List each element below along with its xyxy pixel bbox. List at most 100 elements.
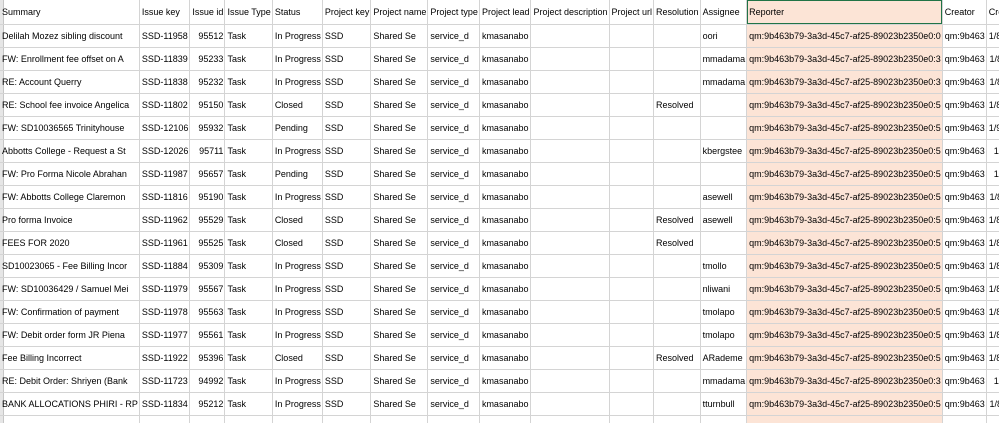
cell[interactable]: kmasanabo: [479, 415, 532, 423]
cell[interactable]: SSD-11816: [139, 185, 191, 209]
cell[interactable]: 1/8/2020 11:44: [986, 70, 999, 94]
cell[interactable]: qm:9b463: [942, 70, 987, 94]
cell[interactable]: service_d: [427, 185, 480, 209]
cell[interactable]: [653, 254, 701, 278]
cell[interactable]: Shared Se: [370, 323, 429, 347]
cell[interactable]: [530, 116, 610, 140]
column-header[interactable]: Created: [986, 0, 999, 25]
cell[interactable]: qm:9b463b79-3a3d-45c7-af25-89023b2350e0:…: [746, 231, 943, 255]
cell[interactable]: qm:9b463b79-3a3d-45c7-af25-89023b2350e0:…: [746, 254, 943, 278]
cell[interactable]: Delilah Mozez sibling discount: [0, 24, 140, 48]
cell[interactable]: [653, 300, 701, 324]
cell[interactable]: [653, 185, 701, 209]
cell[interactable]: kmasanabo: [479, 139, 532, 163]
column-header[interactable]: Resolution: [653, 0, 701, 25]
cell[interactable]: kbergstee: [700, 139, 748, 163]
cell[interactable]: asewell: [700, 208, 748, 232]
cell[interactable]: In Progress: [272, 254, 323, 278]
cell[interactable]: 1/8/2020 10:24: [986, 93, 999, 117]
cell[interactable]: 95657: [189, 162, 226, 186]
cell[interactable]: service_d: [427, 346, 480, 370]
cell[interactable]: [653, 24, 701, 48]
cell[interactable]: SSD: [322, 369, 372, 393]
cell[interactable]: qm:9b463b79-3a3d-45c7-af25-89023b2350e0:…: [746, 300, 943, 324]
cell[interactable]: [609, 162, 655, 186]
cell[interactable]: FW: Confirmation of payment: [0, 300, 140, 324]
cell[interactable]: Task: [224, 254, 273, 278]
cell[interactable]: qm:9b463b79-3a3d-45c7-af25-89023b2350e0:…: [746, 392, 943, 416]
cell[interactable]: 1/8/2020 14:14: [986, 346, 999, 370]
cell[interactable]: In Progress: [272, 139, 323, 163]
cell[interactable]: SSD: [322, 162, 372, 186]
cell[interactable]: Pending: [272, 162, 323, 186]
cell[interactable]: Shared Se: [370, 300, 429, 324]
cell[interactable]: ARademe: [700, 415, 748, 423]
cell[interactable]: Pending: [272, 116, 323, 140]
cell[interactable]: service_d: [427, 300, 480, 324]
cell[interactable]: SSD-12026: [139, 139, 191, 163]
cell[interactable]: qm:9b463b79-3a3d-45c7-af25-89023b2350e0:…: [746, 139, 943, 163]
cell[interactable]: [653, 323, 701, 347]
cell[interactable]: [609, 47, 655, 71]
cell[interactable]: Task: [224, 116, 273, 140]
cell[interactable]: qm:9b463b79-3a3d-45c7-af25-89023b2350e0:…: [746, 47, 943, 71]
cell[interactable]: qm:9b463b79-3a3d-45c7-af25-89023b2350e0:…: [746, 24, 943, 48]
cell[interactable]: Task: [224, 139, 273, 163]
cell[interactable]: Closed: [272, 208, 323, 232]
cell[interactable]: qm:9b463: [942, 415, 987, 423]
cell[interactable]: Shared Se: [370, 185, 429, 209]
cell[interactable]: [609, 300, 655, 324]
cell[interactable]: qm:9b463: [942, 47, 987, 71]
cell[interactable]: SSD-11922: [139, 346, 191, 370]
column-header[interactable]: Creator: [942, 0, 987, 25]
cell[interactable]: tmolapo: [700, 300, 748, 324]
cell[interactable]: kmasanabo: [479, 346, 532, 370]
cell[interactable]: asewell: [700, 185, 748, 209]
cell[interactable]: Shared Se: [370, 24, 429, 48]
cell[interactable]: 1/9/2020 8:08: [986, 162, 999, 186]
cell[interactable]: kmasanabo: [479, 323, 532, 347]
cell[interactable]: kmasanabo: [479, 231, 532, 255]
cell[interactable]: Resolved: [653, 231, 701, 255]
cell[interactable]: Resolved: [653, 346, 701, 370]
cell[interactable]: Shared Se: [370, 116, 429, 140]
cell[interactable]: 1/8/2020 11:10: [986, 185, 999, 209]
cell[interactable]: Task: [224, 346, 273, 370]
cell[interactable]: [609, 369, 655, 393]
cell[interactable]: 94992: [189, 369, 226, 393]
cell[interactable]: qm:9b463b79-3a3d-45c7-af25-89023b2350e0:…: [746, 70, 943, 94]
cell[interactable]: SSD: [322, 208, 372, 232]
column-header[interactable]: Issue id: [189, 0, 226, 25]
column-header[interactable]: Issue key: [139, 0, 191, 25]
cell[interactable]: Resolved: [653, 208, 701, 232]
cell[interactable]: [700, 162, 748, 186]
cell[interactable]: qm:9b463: [942, 277, 987, 301]
cell[interactable]: qm:9b463: [942, 93, 987, 117]
cell[interactable]: service_d: [427, 369, 480, 393]
cell[interactable]: 95512: [189, 24, 226, 48]
cell[interactable]: Abbotts College - Request a St: [0, 139, 140, 163]
cell[interactable]: 95434: [189, 415, 226, 423]
cell[interactable]: [609, 93, 655, 117]
cell[interactable]: SSD-11987: [139, 162, 191, 186]
cell[interactable]: Shared Se: [370, 392, 429, 416]
cell[interactable]: [609, 116, 655, 140]
cell[interactable]: kmasanabo: [479, 70, 532, 94]
cell[interactable]: SSD: [322, 231, 372, 255]
cell[interactable]: service_d: [427, 70, 480, 94]
column-header[interactable]: Project url: [609, 0, 655, 25]
cell[interactable]: kmasanabo: [479, 162, 532, 186]
cell[interactable]: 95212: [189, 392, 226, 416]
cell[interactable]: kmasanabo: [479, 369, 532, 393]
cell[interactable]: kmasanabo: [479, 254, 532, 278]
cell[interactable]: [530, 231, 610, 255]
cell[interactable]: 1/9/2020 9:04: [986, 139, 999, 163]
cell[interactable]: Task: [224, 24, 273, 48]
cell[interactable]: SSD-11979: [139, 277, 191, 301]
cell[interactable]: SSD-11834: [139, 392, 191, 416]
cell[interactable]: kmasanabo: [479, 93, 532, 117]
cell[interactable]: 95567: [189, 277, 226, 301]
cell[interactable]: In Progress: [272, 185, 323, 209]
cell[interactable]: kmasanabo: [479, 392, 532, 416]
cell[interactable]: In Progress: [272, 415, 323, 423]
